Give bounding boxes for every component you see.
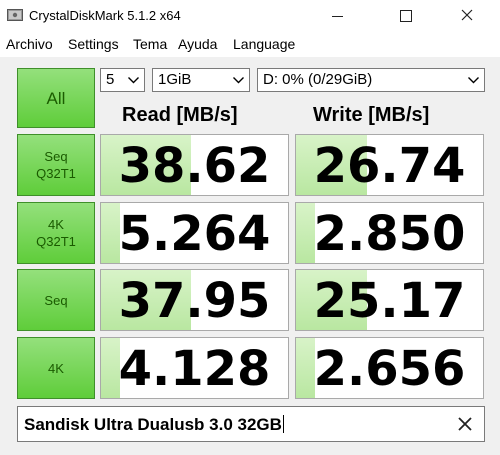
- text-cursor: [282, 415, 284, 433]
- test-label-top: Seq: [44, 149, 68, 164]
- chevron-down-icon: [233, 77, 244, 84]
- chevron-down-icon: [468, 77, 479, 84]
- minimize-button[interactable]: [316, 0, 362, 32]
- comment-text-wrap: Sandisk Ultra Dualusb 3.0 32GB: [24, 415, 284, 435]
- maximize-button[interactable]: [384, 0, 430, 32]
- write-value: 26.74: [313, 138, 466, 194]
- read-header: Read [MB/s]: [122, 104, 238, 126]
- write-value: 25.17: [313, 273, 466, 329]
- write-value: 2.656: [313, 341, 466, 397]
- write-value: 2.850: [313, 206, 466, 262]
- all-button-label: All: [46, 88, 66, 108]
- seq-button[interactable]: Seq: [17, 269, 95, 331]
- menu-ayuda[interactable]: Ayuda: [178, 36, 217, 52]
- title-bar: CrystalDiskMark 5.1.2 x64: [0, 0, 500, 32]
- window-title: CrystalDiskMark 5.1.2 x64: [29, 8, 181, 23]
- comment-field[interactable]: Sandisk Ultra Dualusb 3.0 32GB: [17, 406, 485, 442]
- menu-language[interactable]: Language: [233, 36, 295, 52]
- test-label-top: 4K: [48, 360, 64, 376]
- close-icon: [461, 9, 473, 21]
- test-label-bottom: Q32T1: [36, 234, 76, 249]
- seq-q32t1-button[interactable]: Seq Q32T1: [17, 134, 95, 196]
- drive-select[interactable]: D: 0% (0/29GiB): [257, 68, 485, 92]
- test-label-bottom: Q32T1: [36, 166, 76, 181]
- all-button[interactable]: All: [17, 68, 95, 128]
- chevron-down-icon: [128, 77, 139, 84]
- read-result-cell: 5.264: [100, 202, 289, 264]
- read-value: 37.95: [118, 273, 271, 329]
- count-value: 5: [106, 71, 115, 88]
- size-select[interactable]: 1GiB: [152, 68, 250, 92]
- menu-settings[interactable]: Settings: [68, 36, 119, 52]
- count-select[interactable]: 5: [100, 68, 145, 92]
- read-value: 4.128: [118, 341, 271, 397]
- size-value: 1GiB: [158, 71, 192, 88]
- read-value: 5.264: [118, 206, 271, 262]
- write-result-cell: 26.74: [295, 134, 484, 196]
- menu-bar: Archivo Settings Tema Ayuda Language: [0, 33, 500, 55]
- test-label-top: 4K: [48, 217, 64, 232]
- menu-archivo[interactable]: Archivo: [6, 36, 53, 52]
- drive-value: D: 0% (0/29GiB): [263, 71, 373, 88]
- 4k-q32t1-button[interactable]: 4K Q32T1: [17, 202, 95, 264]
- comment-text: Sandisk Ultra Dualusb 3.0 32GB: [24, 415, 282, 434]
- menu-tema[interactable]: Tema: [133, 36, 167, 52]
- write-header: Write [MB/s]: [313, 104, 430, 126]
- close-icon[interactable]: [456, 415, 474, 433]
- read-result-cell: 38.62: [100, 134, 289, 196]
- write-result-cell: 25.17: [295, 269, 484, 331]
- read-result-cell: 37.95: [100, 269, 289, 331]
- write-result-cell: 2.850: [295, 202, 484, 264]
- close-button[interactable]: [444, 0, 490, 32]
- read-result-cell: 4.128: [100, 337, 289, 399]
- app-icon: [7, 9, 23, 21]
- write-result-cell: 2.656: [295, 337, 484, 399]
- 4k-button[interactable]: 4K: [17, 337, 95, 399]
- read-value: 38.62: [118, 138, 271, 194]
- test-label-top: Seq: [44, 292, 68, 308]
